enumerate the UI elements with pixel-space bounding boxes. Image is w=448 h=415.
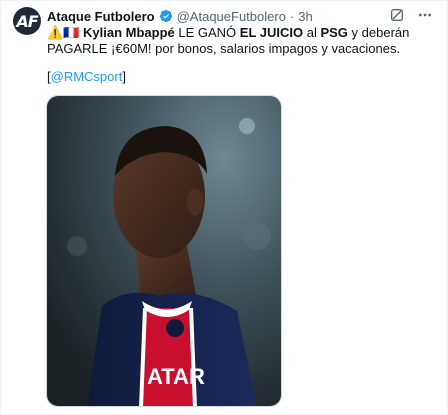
tweet-text-bold: PSG — [320, 25, 348, 40]
tweet-time[interactable]: 3h — [298, 9, 312, 24]
tweet-text-segment: al — [303, 25, 321, 40]
verified-badge-icon — [159, 9, 173, 23]
tweet-text: ⚠️🇫🇷 Kylian Mbappé LE GANÓ EL JUICIO al … — [47, 25, 437, 57]
grok-icon[interactable] — [389, 7, 405, 23]
tweet-text-bold: EL JUICIO — [239, 25, 304, 40]
author-name[interactable]: Ataque Futbolero — [47, 9, 155, 24]
separator-dot: · — [289, 8, 295, 24]
tweet-text-segment: LE GANÓ — [174, 25, 240, 40]
tweet-card[interactable]: AF Ataque Futbolero @AtaqueFutbolero · 3… — [0, 0, 448, 415]
tweet-actions-top — [389, 7, 433, 23]
tweet-source: [@RMCsport] — [47, 69, 126, 84]
more-icon[interactable] — [417, 7, 433, 23]
warning-flag-emoji: ⚠️🇫🇷 — [47, 25, 80, 40]
author-avatar[interactable]: AF — [13, 7, 41, 35]
source-link[interactable]: @RMCsport — [51, 69, 123, 84]
tweet-media-image[interactable]: ATAR — [46, 95, 282, 407]
tweet-header: Ataque Futbolero @AtaqueFutbolero · 3h — [47, 7, 313, 25]
author-handle[interactable]: @AtaqueFutbolero — [177, 9, 286, 24]
tweet-text-bold: Kylian Mbappé — [83, 25, 175, 40]
jersey-sponsor-text: ATAR — [147, 364, 205, 389]
source-bracket-close: ] — [122, 69, 126, 84]
author-logo: AF — [16, 11, 38, 31]
player-photo: ATAR — [47, 96, 281, 406]
